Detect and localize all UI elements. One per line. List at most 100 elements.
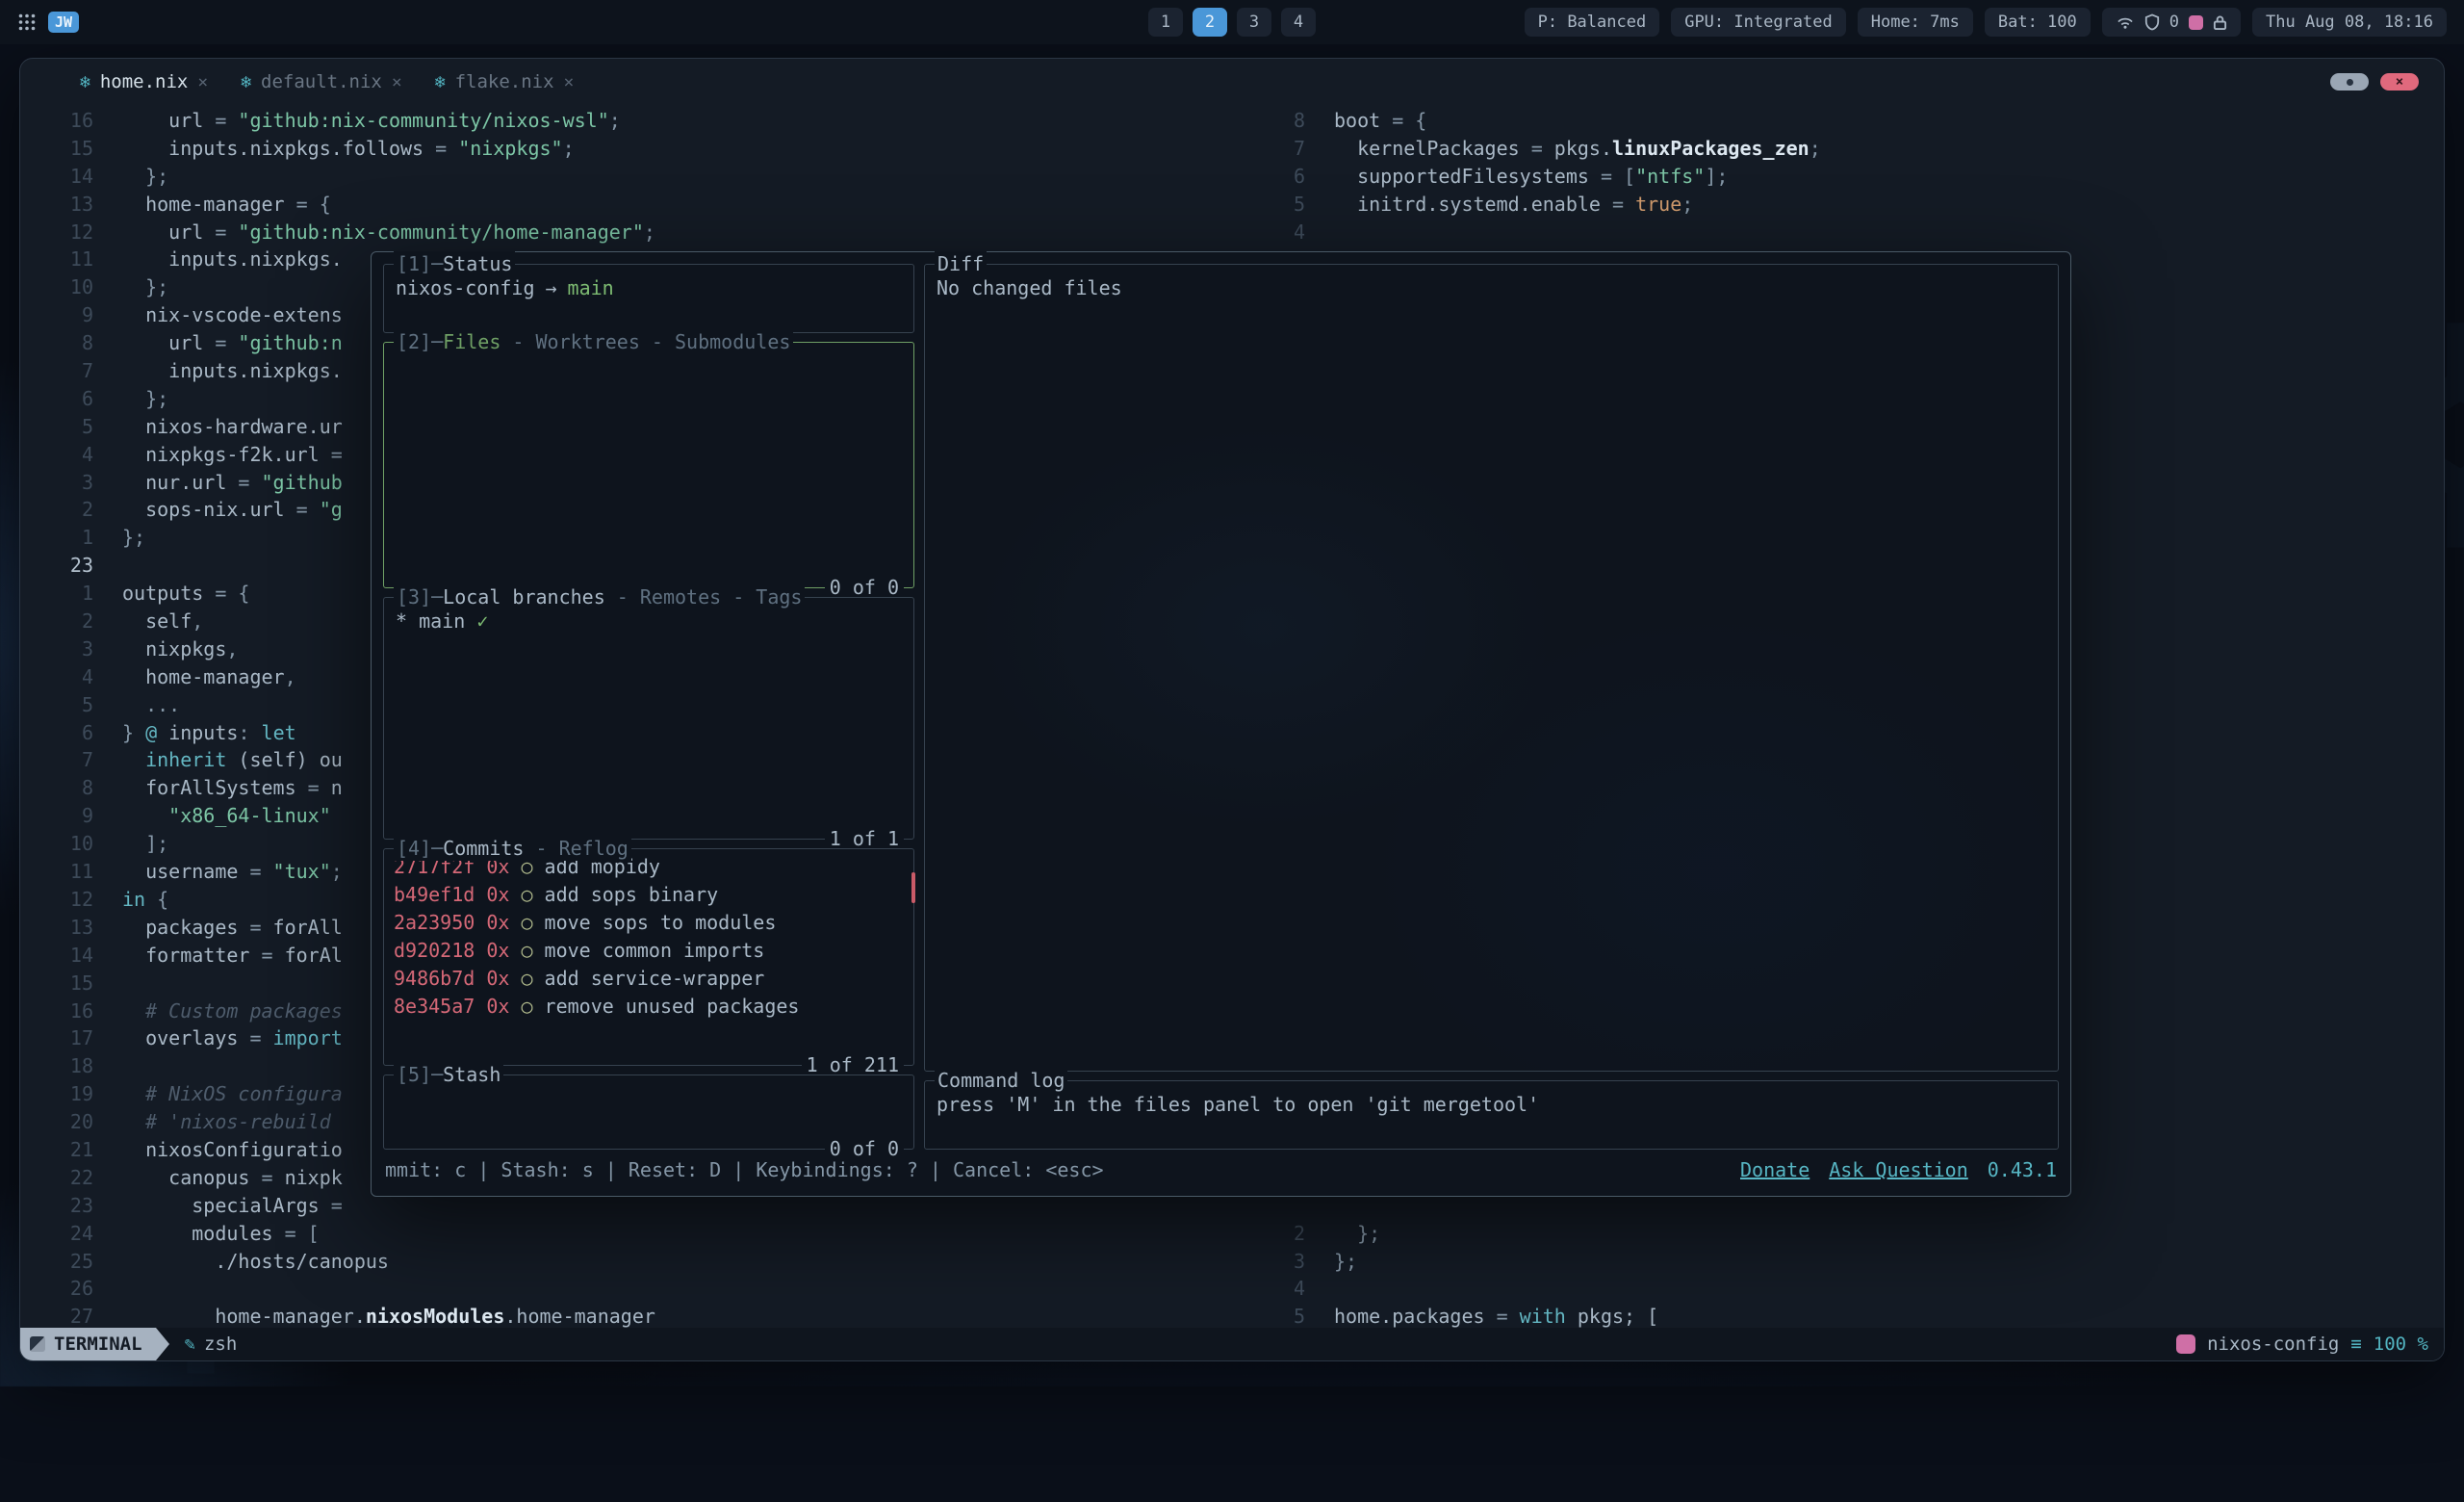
panel-title: Command log <box>935 1068 1067 1093</box>
repo-name: nixos-config <box>396 276 535 299</box>
line-number: 2 <box>1249 1220 1305 1248</box>
tab-close-icon[interactable]: × <box>564 72 575 92</box>
workspace-button-1[interactable]: 1 <box>1148 8 1183 37</box>
tab-label: default.nix <box>261 71 382 92</box>
lazygit-right-column: Diff No changed files Command log press … <box>924 264 2059 1150</box>
lazygit-footer: mmit: c | Stash: s | Reset: D | Keybindi… <box>383 1155 2059 1184</box>
tab-bar: ❄home.nix×❄default.nix×❄flake.nix× × <box>20 59 2444 105</box>
lazygit-commits-panel[interactable]: [4]─Commits - Reflog 2717f2f 0x ○ add mo… <box>383 848 914 1066</box>
minimize-icon <box>2347 79 2353 86</box>
lazygit-files-panel[interactable]: [2]─Files - Worktrees - Submodules 0 of … <box>383 342 914 588</box>
line-number: 4 <box>1249 1275 1305 1303</box>
terminal-status-bar: TERMINAL ✎ zsh nixos-config ≡ 100 % <box>20 1328 2444 1360</box>
line-number: 5 <box>38 691 93 719</box>
lazygit-columns: [1]─Status nixos-config→main [2]─Files -… <box>383 264 2059 1150</box>
lazygit-command-log-panel[interactable]: Command log press 'M' in the files panel… <box>924 1080 2059 1150</box>
donate-link[interactable]: Donate <box>1740 1158 1810 1181</box>
line-number: 17 <box>38 1024 93 1052</box>
system-tray[interactable]: 0 <box>2102 8 2241 37</box>
code-line: 7 kernelPackages = pkgs.linuxPackages_ze… <box>1249 135 2444 163</box>
commit-item[interactable]: 8e345a7 0x ○ remove unused packages <box>394 993 904 1021</box>
line-number: 5 <box>1249 191 1305 219</box>
commit-list: 2717f2f 0x ○ add mopidyb49ef1d 0x ○ add … <box>384 849 913 1024</box>
workspace-button-3[interactable]: 3 <box>1237 8 1271 37</box>
nix-snowflake-icon: ❄ <box>435 72 446 92</box>
workspace-button-4[interactable]: 4 <box>1281 8 1316 37</box>
commit-item[interactable]: 2a23950 0x ○ move sops to modules <box>394 909 904 937</box>
tab-label: home.nix <box>100 71 189 92</box>
line-number: 20 <box>38 1108 93 1136</box>
close-button[interactable]: × <box>2380 73 2419 91</box>
commit-node-icon: ○ <box>521 967 544 990</box>
code-line: 6 supportedFilesystems = ["ntfs"]; <box>1249 163 2444 191</box>
line-number: 11 <box>38 858 93 886</box>
lazygit-branches-panel[interactable]: [3]─Local branches - Remotes - Tags * ma… <box>383 597 914 840</box>
line-number: 1 <box>38 524 93 552</box>
line-number: 13 <box>38 191 93 219</box>
code-line: 25 ./hosts/canopus <box>38 1248 1232 1276</box>
commit-item[interactable]: d920218 0x ○ move common imports <box>394 937 904 965</box>
stash-count: 0 of 0 <box>825 1136 904 1161</box>
lazygit-stash-panel[interactable]: [5]─Stash 0 of 0 <box>383 1075 914 1150</box>
panel-title: [1]─Status <box>394 251 515 276</box>
line-number: 10 <box>38 830 93 858</box>
line-number: 3 <box>38 635 93 663</box>
line-number: 19 <box>38 1080 93 1108</box>
app-launcher-icon[interactable] <box>17 13 37 32</box>
app-badge[interactable]: JW <box>48 12 79 33</box>
tab-default.nix[interactable]: ❄default.nix× <box>241 71 402 92</box>
command-log-message: press 'M' in the files panel to open 'gi… <box>937 1093 1539 1116</box>
line-number: 25 <box>38 1248 93 1276</box>
line-number: 8 <box>38 774 93 802</box>
line-number: 10 <box>38 273 93 301</box>
branch-item[interactable]: * main ✓ <box>396 608 902 635</box>
lazygit-status-panel[interactable]: [1]─Status nixos-config→main <box>383 264 914 333</box>
powerline-separator <box>156 1328 169 1360</box>
desktop: { "colors":{ "wall":"#0a0f19","barbg":"#… <box>0 0 2464 1386</box>
list-icon: ≡ <box>2350 1334 2361 1355</box>
line-number: 6 <box>1249 163 1305 191</box>
shield-icon <box>2144 13 2160 31</box>
arrow-icon: → <box>546 276 557 299</box>
line-number: 3 <box>1249 1248 1305 1276</box>
status-pill-2: Home: 7ms <box>1858 8 1973 37</box>
commit-item[interactable]: 9486b7d 0x ○ add service-wrapper <box>394 965 904 993</box>
minimize-button[interactable] <box>2330 73 2369 91</box>
tab-close-icon[interactable]: × <box>392 72 402 92</box>
line-number: 12 <box>38 219 93 246</box>
tab-home.nix[interactable]: ❄home.nix× <box>80 71 208 92</box>
wifi-icon <box>2116 14 2135 30</box>
tab-close-icon[interactable]: × <box>197 72 208 92</box>
panel-title: [2]─Files - Worktrees - Submodules <box>394 329 793 354</box>
code-line: 5home.packages = with pkgs; [ <box>1249 1303 2444 1328</box>
ask-question-link[interactable]: Ask Question <box>1829 1158 1968 1181</box>
repo-status: nixos-config→main <box>396 274 902 302</box>
commit-item[interactable]: b49ef1d 0x ○ add sops binary <box>394 881 904 909</box>
statusbar-right: nixos-config ≡ 100 % <box>2176 1334 2444 1355</box>
workspace-button-2[interactable]: 2 <box>1193 8 1227 37</box>
shell-tab[interactable]: ✎ zsh <box>169 1334 253 1355</box>
code-line: 24 modules = [ <box>38 1220 1232 1248</box>
scrollbar-thumb[interactable] <box>911 872 915 903</box>
status-pill-1: GPU: Integrated <box>1671 8 1846 37</box>
commit-node-icon: ○ <box>521 939 544 962</box>
code-line: 4 <box>1249 219 2444 246</box>
line-number: 27 <box>38 1303 93 1328</box>
tab-flake.nix[interactable]: ❄flake.nix× <box>435 71 575 92</box>
line-number: 18 <box>38 1052 93 1080</box>
line-number: 4 <box>1249 219 1305 246</box>
code-line: 12 url = "github:nix-community/home-mana… <box>38 219 1232 246</box>
code-line: 2 }; <box>1249 1220 2444 1248</box>
meter-value: 100 % <box>2374 1334 2428 1355</box>
status-pill-3: Bat: 100 <box>1985 8 2091 37</box>
recorder-icon <box>2189 15 2203 30</box>
lazygit-diff-panel[interactable]: Diff No changed files <box>924 264 2059 1072</box>
mode-label: TERMINAL <box>54 1334 142 1355</box>
top-status-bar: JW 1234 P: BalancedGPU: IntegratedHome: … <box>0 0 2464 44</box>
keybinding-hints: mmit: c | Stash: s | Reset: D | Keybindi… <box>385 1158 1104 1181</box>
line-number: 2 <box>38 608 93 635</box>
line-number: 5 <box>1249 1303 1305 1328</box>
pencil-icon: ✎ <box>185 1334 195 1355</box>
lazygit-links: Donate Ask Question 0.43.1 <box>1740 1158 2057 1181</box>
code-line: 27 home-manager.nixosModules.home-manage… <box>38 1303 1232 1328</box>
